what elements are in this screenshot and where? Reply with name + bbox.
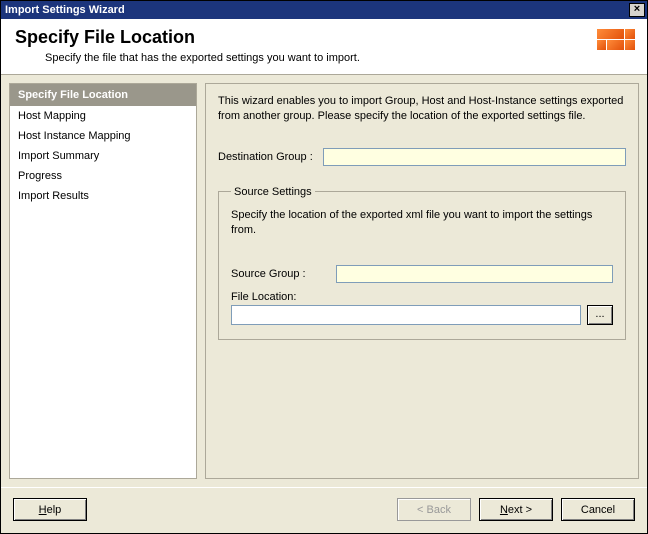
source-group-label: Source Group : [231, 268, 336, 280]
file-location-input[interactable] [231, 305, 581, 325]
sidebar-item-host-instance-mapping[interactable]: Host Instance Mapping [10, 126, 196, 146]
page-subtitle: Specify the file that has the exported s… [45, 52, 360, 64]
source-group-field [336, 265, 613, 283]
wizard-main-panel: This wizard enables you to import Group,… [205, 83, 639, 479]
brand-logo-icon [597, 29, 635, 59]
close-button[interactable]: × [629, 3, 645, 17]
sidebar-item-progress[interactable]: Progress [10, 166, 196, 186]
wizard-steps-sidebar: Specify File Location Host Mapping Host … [9, 83, 197, 479]
next-button[interactable]: Next > [479, 498, 553, 521]
page-title: Specify File Location [15, 27, 360, 48]
wizard-window: Import Settings Wizard × Specify File Lo… [0, 0, 648, 534]
sidebar-item-import-summary[interactable]: Import Summary [10, 146, 196, 166]
cancel-button[interactable]: Cancel [561, 498, 635, 521]
intro-text: This wizard enables you to import Group,… [218, 94, 626, 124]
sidebar-item-host-mapping[interactable]: Host Mapping [10, 106, 196, 126]
back-button: < Back [397, 498, 471, 521]
destination-group-field [323, 148, 626, 166]
wizard-body: Specify File Location Host Mapping Host … [1, 75, 647, 487]
browse-button[interactable]: ... [587, 305, 613, 325]
destination-group-label: Destination Group : [218, 151, 323, 163]
titlebar: Import Settings Wizard × [1, 1, 647, 19]
sidebar-item-specify-file-location[interactable]: Specify File Location [10, 84, 196, 106]
source-settings-help: Specify the location of the exported xml… [231, 208, 613, 238]
file-location-label: File Location: [231, 291, 613, 303]
wizard-header: Specify File Location Specify the file t… [1, 19, 647, 75]
window-title: Import Settings Wizard [5, 4, 125, 16]
source-settings-legend: Source Settings [231, 186, 315, 198]
source-settings-group: Source Settings Specify the location of … [218, 186, 626, 341]
sidebar-item-import-results[interactable]: Import Results [10, 186, 196, 206]
help-button[interactable]: Help [13, 498, 87, 521]
wizard-footer: Help < Back Next > Cancel [1, 487, 647, 533]
